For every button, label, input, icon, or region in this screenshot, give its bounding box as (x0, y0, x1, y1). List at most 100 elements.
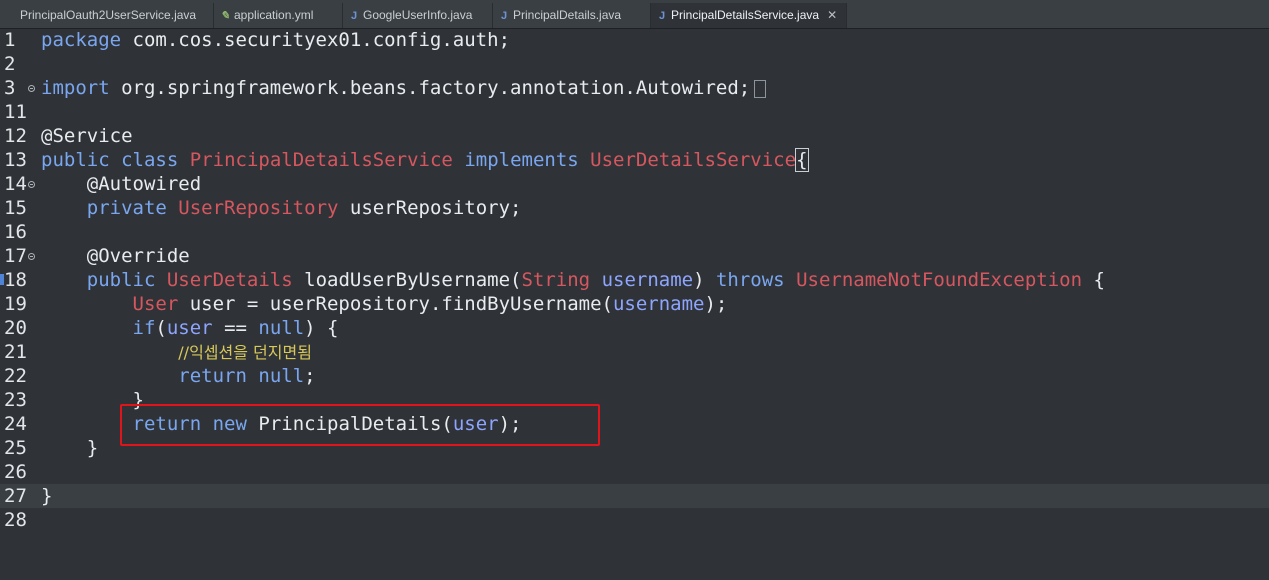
code-text: ( (155, 317, 167, 339)
code-line: 19 User user = userRepository.findByUser… (0, 292, 1269, 316)
fold-toggle-icon[interactable] (28, 85, 35, 92)
code-line: 15 private UserRepository userRepository… (0, 196, 1269, 220)
line-number: 13 (4, 149, 27, 171)
code-text: loadUserByUsername( (292, 269, 522, 291)
fold-toggle-icon[interactable] (28, 253, 35, 260)
keyword: public (86, 269, 156, 291)
close-icon[interactable]: ✕ (827, 3, 837, 28)
tab-application-yml[interactable]: ✎ application.yml (214, 3, 343, 28)
code-text: ) (693, 269, 716, 291)
annotation: @Autowired (41, 173, 202, 195)
red-highlight-box (120, 404, 600, 446)
line-number: 27 (4, 485, 27, 507)
code-editor[interactable]: 1 package com.cos.securityex01.config.au… (0, 28, 1269, 544)
parameter: username (601, 269, 694, 291)
line-number: 11 (4, 101, 27, 123)
code-text: { (1082, 269, 1105, 291)
class-name: UserRepository (178, 197, 339, 219)
code-text: com.cos.securityex01.config.auth; (121, 29, 511, 51)
line-number: 24 (4, 413, 27, 435)
tab-label: PrincipalDetails.java (513, 8, 622, 22)
code-line: 22 return null; (0, 364, 1269, 388)
code-text: userRepository; (338, 197, 522, 219)
code-line: 26 (0, 460, 1269, 484)
code-line: 17 @Override (0, 244, 1269, 268)
line-number: 12 (4, 125, 27, 147)
annotation: @Service (41, 125, 133, 147)
code-line: 3 import org.springframework.beans.facto… (0, 76, 1269, 100)
matching-bracket: { (795, 148, 809, 172)
line-number: 28 (4, 509, 27, 531)
code-text: ); (704, 293, 728, 315)
code-line: 28 (0, 508, 1269, 532)
annotation: @Override (41, 245, 190, 267)
keyword: implements (464, 149, 579, 171)
keyword: public (41, 149, 110, 171)
java-file-icon: J (500, 10, 508, 22)
tab-google-user-info[interactable]: J GoogleUserInfo.java (343, 3, 493, 28)
line-number: 16 (4, 221, 27, 243)
line-number: 25 (4, 437, 27, 459)
class-name: User (132, 293, 179, 315)
code-text: org.springframework.beans.factory.annota… (109, 77, 751, 99)
line-number: 22 (4, 365, 27, 387)
code-line: 20 if(user == null) { (0, 316, 1269, 340)
code-text: user = userRepository.findByUsername( (178, 293, 613, 315)
tab-label: GoogleUserInfo.java (363, 8, 473, 22)
line-number: 2 (4, 53, 16, 75)
keyword: class (121, 149, 179, 171)
tab-principal-oauth2-user-service[interactable]: PrincipalOauth2UserService.java (0, 3, 214, 28)
code-text: } (41, 437, 99, 459)
line-number: 1 (4, 29, 16, 51)
comment: //익셉션을 던지면됨 (178, 343, 312, 362)
java-file-icon: J (658, 10, 666, 22)
variable: user (166, 317, 213, 339)
fold-toggle-icon[interactable] (28, 181, 35, 188)
keyword: package (41, 29, 122, 51)
code-text: } (41, 485, 53, 507)
code-line-current: 27 } (0, 484, 1269, 508)
code-text: ; (304, 365, 316, 387)
line-number: 15 (4, 197, 27, 219)
parameter: username (612, 293, 705, 315)
code-line: 1 package com.cos.securityex01.config.au… (0, 28, 1269, 52)
editor-tab-bar: PrincipalOauth2UserService.java ✎ applica… (0, 0, 1269, 29)
code-line: 18 public UserDetails loadUserByUsername… (0, 268, 1269, 292)
line-number: 18 (4, 269, 27, 291)
code-text: ) { (304, 317, 339, 339)
line-number: 19 (4, 293, 27, 315)
class-name: UserDetailsService (590, 149, 797, 171)
line-number: 20 (4, 317, 27, 339)
tab-label: application.yml (234, 8, 314, 22)
yml-file-icon: ✎ (220, 10, 230, 22)
collapsed-imports-icon[interactable] (754, 79, 767, 98)
line-number: 21 (4, 341, 27, 363)
keyword: throws (715, 269, 785, 291)
class-name: UserDetails (166, 269, 293, 291)
code-line: 2 (0, 52, 1269, 76)
keyword: import (41, 77, 110, 99)
code-line: 21 //익셉션을 던지면됨 (0, 340, 1269, 364)
tab-label: PrincipalDetailsService.java (671, 8, 820, 22)
line-number: 23 (4, 389, 27, 411)
tab-principal-details[interactable]: J PrincipalDetails.java (493, 3, 651, 28)
code-text: == (212, 317, 259, 339)
tab-label: PrincipalOauth2UserService.java (20, 8, 197, 22)
code-line: 12 @Service (0, 124, 1269, 148)
tab-principal-details-service[interactable]: J PrincipalDetailsService.java ✕ (651, 3, 847, 28)
